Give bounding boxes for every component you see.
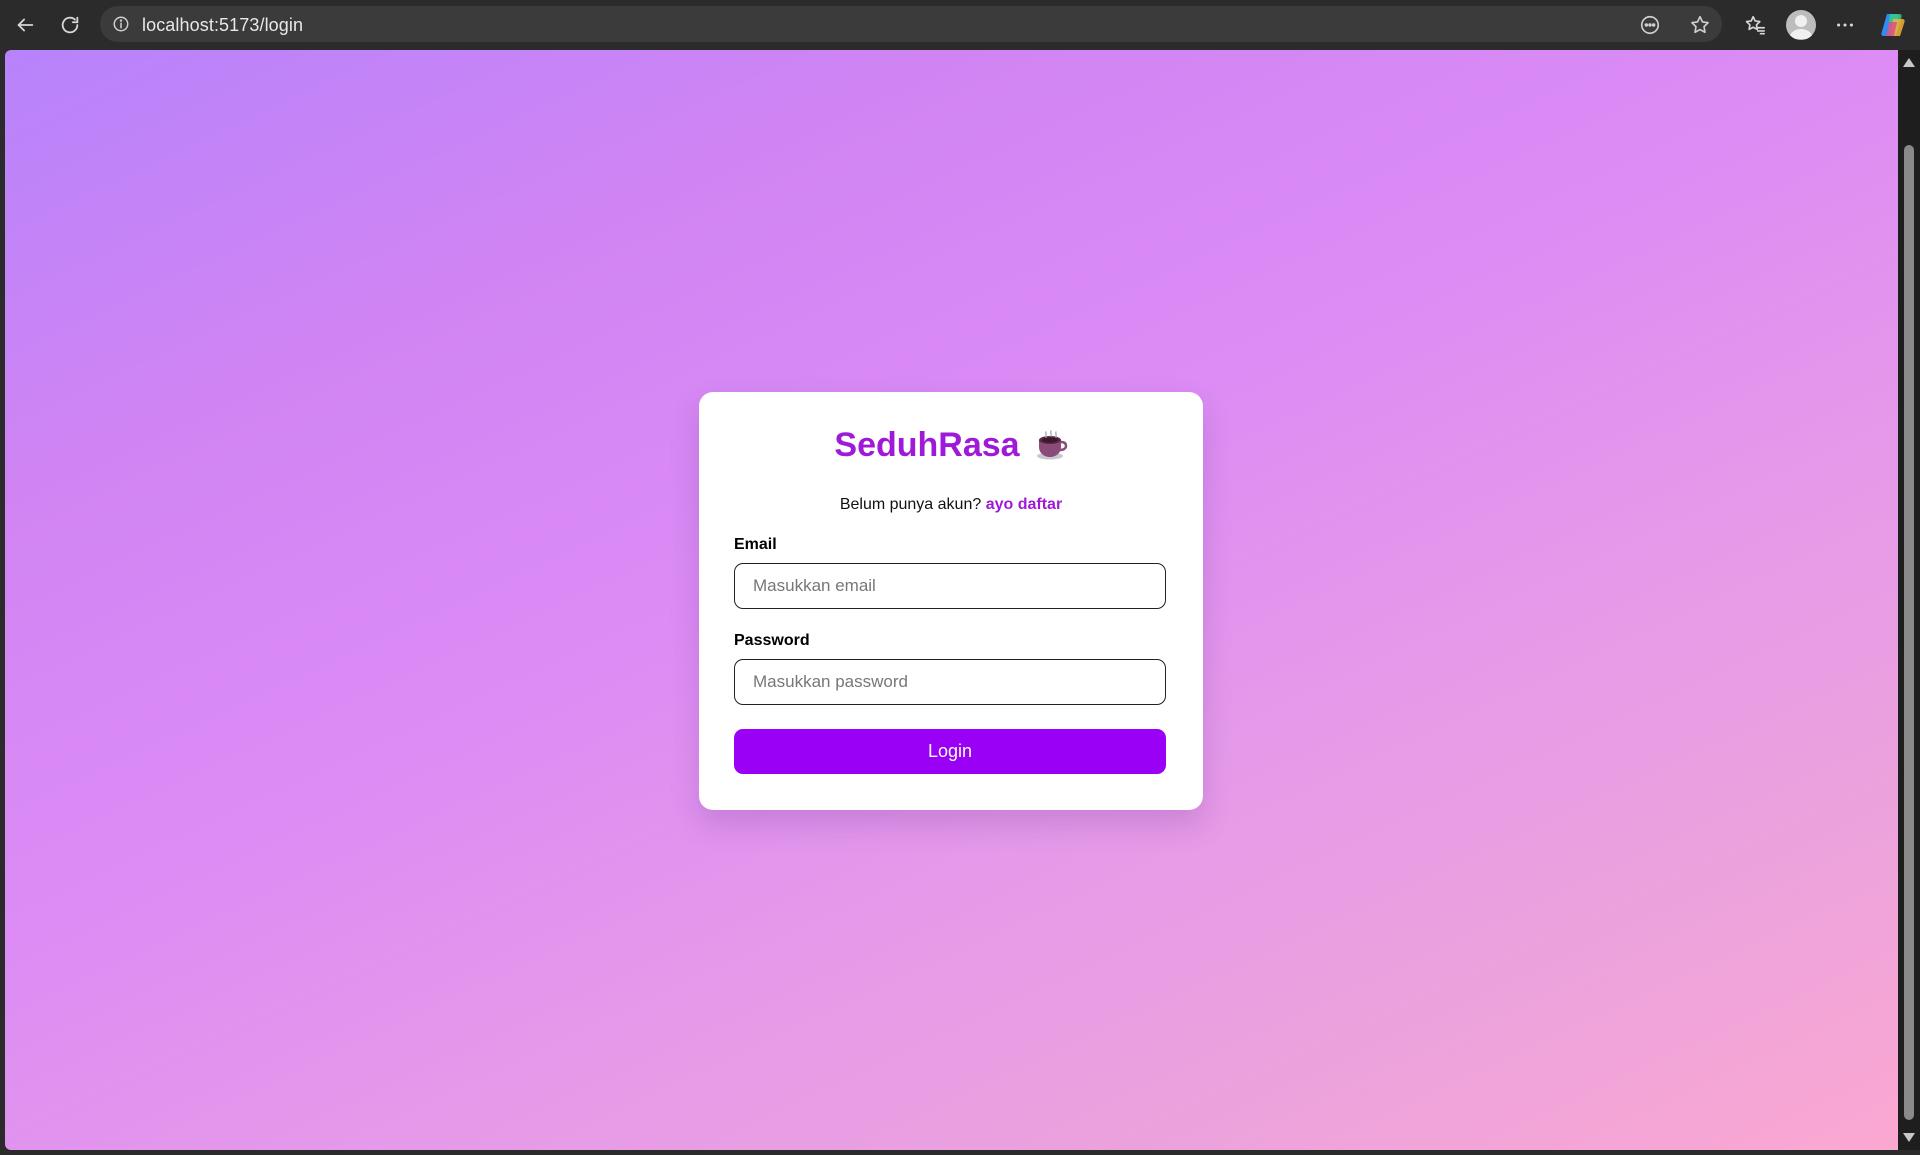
profile-avatar-icon[interactable] <box>1786 10 1816 40</box>
more-icon[interactable] <box>1828 8 1862 42</box>
favorites-icon[interactable] <box>1738 8 1772 42</box>
coffee-cup-icon <box>1034 429 1068 463</box>
reload-icon[interactable] <box>53 8 87 42</box>
browser-toolbar: localhost:5173/login <box>0 0 1920 50</box>
address-bar[interactable]: localhost:5173/login <box>100 6 1722 42</box>
brand-name: SeduhRasa <box>834 426 1020 464</box>
signup-prompt: Belum punya akun? ayo daftar <box>699 496 1203 514</box>
email-field[interactable] <box>734 563 1166 609</box>
copilot-icon[interactable] <box>1878 10 1908 40</box>
scroll-up-icon[interactable] <box>1903 58 1915 67</box>
login-button[interactable]: Login <box>734 729 1166 774</box>
scroll-thumb[interactable] <box>1904 145 1914 1120</box>
address-url[interactable]: localhost:5173/login <box>142 15 303 36</box>
password-label: Password <box>734 632 810 649</box>
star-icon[interactable] <box>1688 13 1712 37</box>
email-label: Email <box>734 536 777 553</box>
brand-title: SeduhRasa <box>699 426 1203 465</box>
scrollbar[interactable] <box>1898 50 1920 1150</box>
read-aloud-icon[interactable] <box>1638 13 1662 37</box>
scroll-down-icon[interactable] <box>1903 1133 1915 1142</box>
signup-link[interactable]: ayo daftar <box>986 496 1062 513</box>
back-arrow-icon[interactable] <box>8 8 42 42</box>
login-card: SeduhRasa Belum punya akun? ayo daftar E… <box>699 392 1203 810</box>
password-field[interactable] <box>734 659 1166 705</box>
info-icon[interactable] <box>110 13 132 35</box>
signup-prompt-text: Belum punya akun? <box>839 496 982 513</box>
